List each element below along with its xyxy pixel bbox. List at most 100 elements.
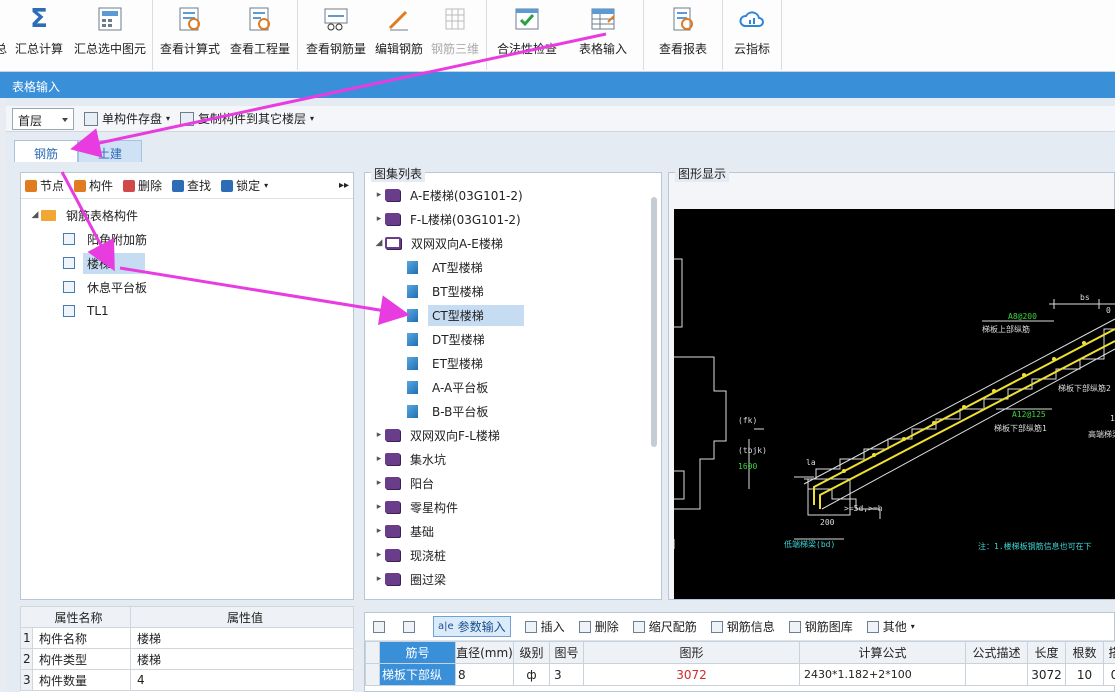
- drawing-label: 高端梯梁: [1088, 429, 1115, 439]
- atlas-list-title: 图集列表: [371, 165, 426, 182]
- atlas-item-label: 集水坑: [410, 452, 447, 467]
- caret-right-icon[interactable]: ▸: [373, 430, 385, 440]
- ribbon-table-input-button[interactable]: 表格输入: [565, 0, 641, 70]
- document-icon: [407, 404, 418, 418]
- expand-icon[interactable]: ▸▸: [339, 180, 349, 191]
- atlas-item[interactable]: ▸ 现浇桩: [365, 543, 661, 567]
- properties-table: 属性名称 属性值 1 构件名称 楼梯 2 构件类型 楼梯 3 构件数量 4: [20, 606, 354, 691]
- floor-select[interactable]: 首层: [12, 107, 74, 130]
- caret-right-icon[interactable]: ▸: [373, 526, 385, 536]
- atlas-item[interactable]: B-B平台板: [365, 399, 661, 423]
- atlas-item[interactable]: ▸ 圈过梁: [365, 567, 661, 591]
- atlas-item[interactable]: ET型楼梯: [365, 351, 661, 375]
- rebar-library-button[interactable]: 钢筋图库: [788, 618, 853, 635]
- ribbon-view-quantity-button[interactable]: 查看工程量: [225, 0, 295, 70]
- atlas-item[interactable]: CT型楼梯: [365, 303, 661, 327]
- atlas-item[interactable]: AT型楼梯: [365, 255, 661, 279]
- add-node-button[interactable]: 节点: [25, 177, 64, 194]
- prop-value-cell[interactable]: 楼梯: [130, 648, 354, 670]
- tree-root[interactable]: ◢ 钢筋表格构件: [21, 203, 353, 227]
- ribbon-edit-rebar-button[interactable]: 编辑钢筋: [372, 0, 426, 70]
- atlas-item-label: A-E楼梯(03G101-2): [410, 188, 523, 203]
- book-icon: [385, 501, 400, 513]
- atlas-item-label: B-B平台板: [432, 404, 489, 419]
- caret-right-icon[interactable]: ▸: [373, 502, 385, 512]
- tab-rebar[interactable]: 钢筋: [14, 140, 78, 162]
- delete-button[interactable]: 删除: [123, 177, 162, 194]
- ribbon-rebar-3d-button[interactable]: 钢筋三维: [426, 0, 484, 70]
- move-down-button[interactable]: [403, 620, 419, 633]
- atlas-item[interactable]: ▸ F-L楼梯(03G101-2): [365, 207, 661, 231]
- atlas-item-label: 圈过梁: [410, 572, 447, 587]
- summary-icon: [0, 6, 8, 32]
- copy-to-floor-button[interactable]: 复制构件到其它楼层 ▾: [180, 110, 314, 127]
- ribbon-validity-check-button[interactable]: 合法性检查: [489, 0, 565, 70]
- drawing-label: 梯板下部纵筋2: [1058, 383, 1111, 393]
- atlas-item[interactable]: ▸ 双网双向F-L楼梯: [365, 423, 661, 447]
- delete-row-button[interactable]: 删除: [578, 618, 619, 635]
- prop-value-cell[interactable]: 4: [130, 669, 354, 691]
- lock-icon: [221, 179, 234, 192]
- lock-button[interactable]: 锁定 ▾: [221, 177, 268, 194]
- add-component-button[interactable]: 构件: [74, 177, 113, 194]
- ribbon-divider: [297, 0, 298, 70]
- tab-civil[interactable]: 土建: [78, 140, 142, 162]
- ribbon-view-rebar-button[interactable]: 查看钢筋量: [300, 0, 372, 70]
- ribbon-cloud-index-button[interactable]: 云指标: [725, 0, 779, 70]
- insert-button[interactable]: 插入: [524, 618, 565, 635]
- floor-toolbar: 首层 单构件存盘 ▾ 复制构件到其它楼层 ▾: [6, 106, 1115, 132]
- folder-icon: [41, 209, 56, 221]
- rebar-table: 筋号 直径(mm) 级别 图号 图形 计算公式 公式描述 长度 根数 搭 梯板下…: [365, 641, 1115, 686]
- atlas-item[interactable]: A-A平台板: [365, 375, 661, 399]
- ribbon-divider: [152, 0, 153, 70]
- atlas-item[interactable]: ▸ 集水坑: [365, 447, 661, 471]
- caret-right-icon[interactable]: ▸: [373, 214, 385, 224]
- atlas-list-panel: 图集列表 ▸ A-E楼梯(03G101-2) ▸ F-L楼梯(03G101-2) ◢ 双网…: [364, 165, 662, 600]
- atlas-item[interactable]: ◢ 双网双向A-E楼梯: [365, 231, 661, 255]
- graphic-title: 图形显示: [675, 165, 730, 182]
- rebar-info-button[interactable]: 钢筋信息: [710, 618, 775, 635]
- move-up-button[interactable]: [373, 620, 389, 633]
- component-icon: [74, 179, 87, 192]
- ribbon-summary-selected-button[interactable]: 汇总选中图元: [70, 0, 150, 70]
- view-rebar-icon: [323, 6, 349, 32]
- ribbon-summary-calc-button[interactable]: Σ 汇总计算: [8, 0, 70, 70]
- atlas-item[interactable]: ▸ 零星构件: [365, 495, 661, 519]
- param-input-button[interactable]: a|e 参数输入: [433, 616, 511, 637]
- arrow-down-icon: [403, 620, 415, 633]
- caret-down-icon[interactable]: ◢: [373, 238, 385, 248]
- tree-item[interactable]: 阳角附加筋: [21, 227, 353, 251]
- ribbon-summary-button[interactable]: 总: [0, 0, 8, 70]
- caret-right-icon[interactable]: ▸: [373, 454, 385, 464]
- prop-value-cell[interactable]: 楼梯: [130, 627, 354, 649]
- save-component-button[interactable]: 单构件存盘 ▾: [84, 110, 170, 127]
- ribbon-view-report-button[interactable]: 查看报表: [646, 0, 720, 70]
- tab-bar: 钢筋 土建: [14, 140, 142, 162]
- view-quantity-icon: [247, 6, 273, 32]
- atlas-scrollbar[interactable]: [651, 197, 657, 447]
- other-button[interactable]: 其他 ▾: [866, 618, 915, 635]
- caret-right-icon[interactable]: ▸: [373, 574, 385, 584]
- view-formula-icon: [177, 6, 203, 32]
- atlas-item[interactable]: ▸ 阳台: [365, 471, 661, 495]
- tree-item[interactable]: 休息平台板: [21, 275, 353, 299]
- ruler-icon: [632, 620, 645, 633]
- tree-item[interactable]: TL1: [21, 299, 353, 323]
- book-icon: [385, 189, 400, 201]
- delete-icon: [123, 179, 136, 192]
- tree-item-selected[interactable]: 楼梯: [21, 251, 353, 275]
- atlas-item[interactable]: BT型楼梯: [365, 279, 661, 303]
- scale-rebar-button[interactable]: 缩尺配筋: [632, 618, 697, 635]
- component-node-icon: [63, 281, 75, 293]
- graphic-panel: 图形显示 A8@200 梯板上部纵筋 A12@125 梯板下部纵筋1 梯板下部纵…: [668, 165, 1115, 600]
- table-row[interactable]: 梯板下部纵 8 ф 3 3072 2430*1.182+2*100 3072 1…: [365, 663, 1115, 686]
- atlas-item[interactable]: ▸ A-E楼梯(03G101-2): [365, 183, 661, 207]
- caret-right-icon[interactable]: ▸: [373, 478, 385, 488]
- caret-right-icon[interactable]: ▸: [373, 190, 385, 200]
- atlas-item[interactable]: ▸ 基础: [365, 519, 661, 543]
- find-button[interactable]: 查找: [172, 177, 211, 194]
- ribbon-view-formula-button[interactable]: 查看计算式: [155, 0, 225, 70]
- atlas-item[interactable]: DT型楼梯: [365, 327, 661, 351]
- caret-right-icon[interactable]: ▸: [373, 550, 385, 560]
- chevron-down-icon: ▾: [910, 622, 915, 631]
